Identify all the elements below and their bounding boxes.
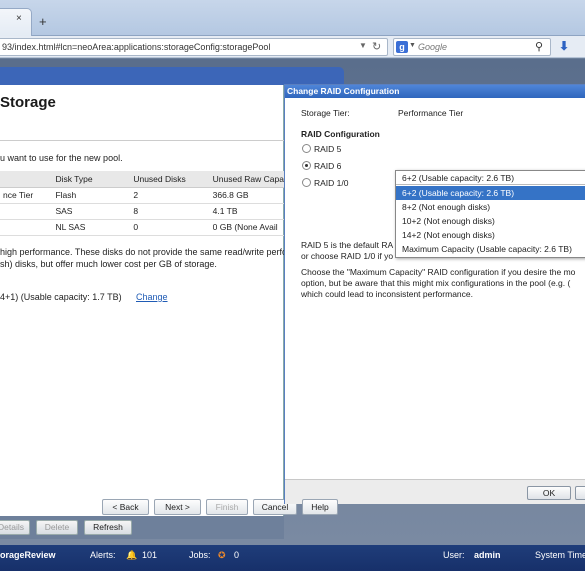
- column-header[interactable]: Unused Raw Capa: [209, 171, 284, 188]
- cancel-dialog-button[interactable]: [575, 486, 585, 500]
- search-engine-dropdown-icon[interactable]: ▼: [409, 42, 416, 49]
- desc-line: which could lead to inconsistent perform…: [301, 289, 473, 299]
- dropdown-option[interactable]: 14+2 (Not enough disks): [396, 228, 585, 242]
- table-cell: [0, 203, 53, 220]
- pool-toolbar: Details Delete Refresh: [0, 516, 284, 539]
- url-bar[interactable]: 93/index.html#lcn=neoArea:applications:s…: [0, 38, 388, 56]
- desc-line: option, but be aware that this might mix…: [301, 278, 571, 288]
- jobs-label: Jobs:: [189, 550, 211, 560]
- desc-line: Choose the "Maximum Capacity" RAID confi…: [301, 267, 576, 277]
- storage-tier-value: Performance Tier: [398, 108, 464, 118]
- raid-config-heading: RAID Configuration: [301, 129, 380, 139]
- raid-6-label[interactable]: RAID 6: [314, 161, 341, 171]
- table-cell: [0, 219, 53, 236]
- change-raid-link[interactable]: Change: [136, 292, 168, 302]
- table-header-row: Disk Type Unused Disks Unused Raw Capa: [0, 171, 284, 188]
- dialog-title[interactable]: Change RAID Configuration: [285, 85, 585, 98]
- details-button[interactable]: Details: [0, 520, 30, 535]
- search-icon[interactable]: ⚲: [535, 40, 543, 53]
- browser-tab-bar: × +: [0, 0, 585, 36]
- note-line: high performance. These disks do not pro…: [0, 247, 284, 257]
- table-cell: nce Tier: [0, 187, 53, 204]
- status-bar: orageReview Alerts: 🔔 101 Jobs: ✪ 0 User…: [0, 545, 585, 571]
- column-header[interactable]: [0, 171, 53, 188]
- refresh-button[interactable]: Refresh: [84, 520, 132, 535]
- dropdown-current-value[interactable]: 6+2 (Usable capacity: 2.6 TB): [396, 171, 585, 185]
- radio-raid-5[interactable]: [302, 144, 311, 153]
- dropdown-option[interactable]: Maximum Capacity (Usable capacity: 2.6 T…: [396, 242, 585, 256]
- url-dropdown-icon[interactable]: ▼: [359, 41, 367, 50]
- delete-button[interactable]: Delete: [36, 520, 78, 535]
- search-input[interactable]: Google: [418, 42, 447, 52]
- radio-raid-6[interactable]: [302, 161, 311, 170]
- browser-nav-bar: 93/index.html#lcn=neoArea:applications:s…: [0, 36, 585, 58]
- app-name: orageReview: [0, 550, 56, 560]
- bell-icon[interactable]: 🔔: [126, 550, 137, 561]
- help-button[interactable]: Help: [302, 499, 338, 515]
- finish-button[interactable]: Finish: [206, 499, 248, 515]
- wizard-intro-text: u want to use for the new pool.: [0, 153, 123, 163]
- google-icon[interactable]: g: [396, 41, 408, 53]
- column-header[interactable]: Disk Type: [52, 171, 131, 188]
- table-cell: SAS: [52, 203, 131, 220]
- table-cell: Flash: [52, 187, 131, 204]
- alerts-count[interactable]: 101: [142, 550, 157, 560]
- user-name[interactable]: admin: [474, 550, 501, 560]
- table-cell: 366.8 GB: [209, 187, 284, 204]
- current-raid-config: 4+1) (Usable capacity: 1.7 TB): [0, 292, 122, 302]
- table-cell: 0 GB (None Avail: [209, 219, 284, 236]
- storage-tier-label: Storage Tier:: [301, 108, 350, 118]
- raid-width-dropdown[interactable]: 6+2 (Usable capacity: 2.6 TB) 6+2 (Usabl…: [395, 170, 585, 258]
- user-label: User:: [443, 550, 465, 560]
- jobs-icon[interactable]: ✪: [218, 550, 226, 561]
- system-time-label: System Time: [535, 550, 585, 560]
- dropdown-option[interactable]: 10+2 (Not enough disks): [396, 214, 585, 228]
- table-cell: 8: [130, 203, 210, 220]
- table-cell: 0: [130, 219, 210, 236]
- download-icon[interactable]: ⬇: [559, 39, 569, 53]
- dialog-body: Storage Tier: Performance Tier RAID Conf…: [285, 98, 585, 479]
- dropdown-option[interactable]: 8+2 (Not enough disks): [396, 200, 585, 214]
- back-button[interactable]: < Back: [102, 499, 149, 515]
- change-raid-dialog: Change RAID Configuration Storage Tier: …: [284, 84, 585, 504]
- create-pool-wizard: Storage u want to use for the new pool. …: [0, 85, 297, 516]
- reload-icon[interactable]: ↻: [372, 40, 381, 53]
- table-cell: 4.1 TB: [209, 203, 284, 220]
- column-header[interactable]: Unused Disks: [130, 171, 210, 188]
- table-row[interactable]: NL SAS 0 0 GB (None Avail: [0, 219, 284, 236]
- app-header-strip: [0, 67, 344, 85]
- table-cell: 2: [130, 187, 210, 204]
- search-bar[interactable]: g ▼ Google ⚲: [393, 38, 551, 56]
- close-tab-icon[interactable]: ×: [16, 14, 22, 24]
- note-line: sh) disks, but offer much lower cost per…: [0, 259, 217, 269]
- new-tab-icon[interactable]: +: [39, 15, 47, 28]
- table-row[interactable]: nce Tier Flash 2 366.8 GB: [0, 187, 284, 204]
- next-button[interactable]: Next >: [154, 499, 201, 515]
- alerts-label: Alerts:: [90, 550, 116, 560]
- dropdown-option[interactable]: 6+2 (Usable capacity: 2.6 TB): [396, 186, 585, 200]
- disk-table: Disk Type Unused Disks Unused Raw Capa n…: [0, 171, 284, 236]
- wizard-title: Storage: [0, 94, 56, 111]
- table-row[interactable]: SAS 8 4.1 TB: [0, 203, 284, 220]
- wizard-divider: [0, 140, 284, 141]
- raid-5-label[interactable]: RAID 5: [314, 144, 341, 154]
- ok-button[interactable]: OK: [527, 486, 571, 500]
- disk-type-note: high performance. These disks do not pro…: [0, 246, 284, 270]
- raid-10-label[interactable]: RAID 1/0: [314, 178, 349, 188]
- jobs-count[interactable]: 0: [234, 550, 239, 560]
- radio-raid-10[interactable]: [302, 178, 311, 187]
- table-cell: NL SAS: [52, 219, 131, 236]
- url-text[interactable]: 93/index.html#lcn=neoArea:applications:s…: [2, 42, 270, 52]
